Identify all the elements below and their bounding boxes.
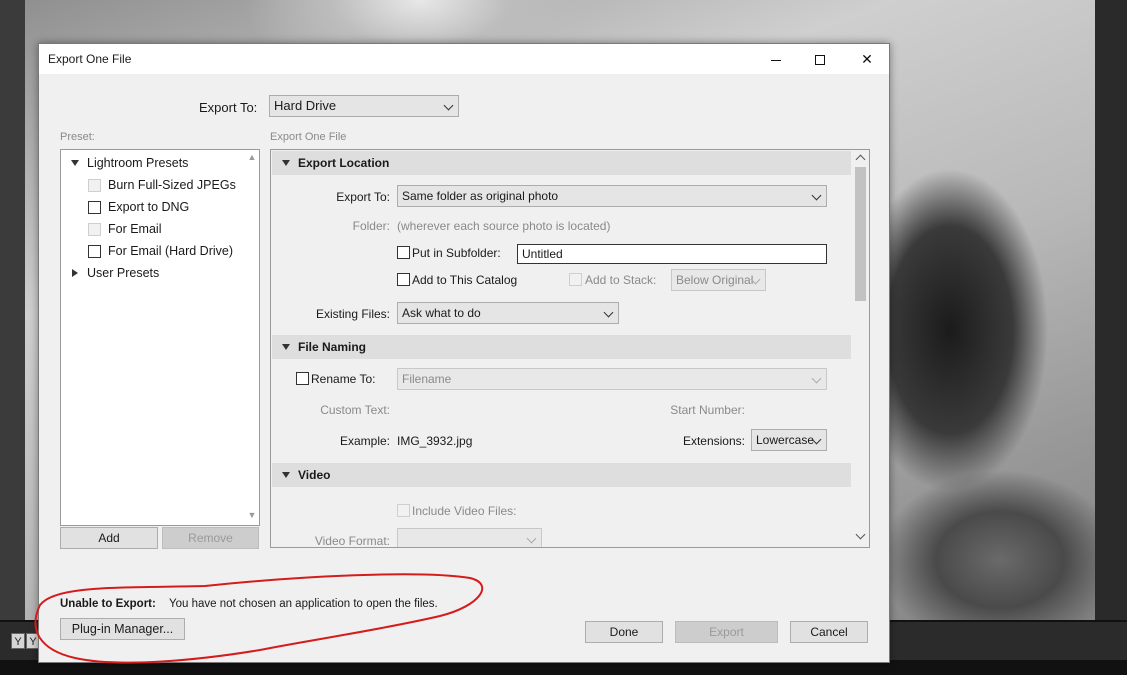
rename-template-dropdown: Filename xyxy=(397,368,827,390)
preset-item-label: Export to DNG xyxy=(108,200,190,214)
title-bar: Export One File ✕ xyxy=(39,44,889,74)
video-format-label: Video Format: xyxy=(314,534,390,548)
error-label: Unable to Export: xyxy=(60,598,156,610)
example-value: IMG_3932.jpg xyxy=(397,434,473,448)
section-title: Video xyxy=(298,468,331,482)
export-to-dropdown[interactable]: Hard Drive xyxy=(269,95,459,117)
export-to-value: Hard Drive xyxy=(274,98,337,113)
add-stack-checkbox xyxy=(569,273,582,286)
export-to-label: Export To: xyxy=(199,100,258,115)
done-button[interactable]: Done xyxy=(585,621,663,643)
location-export-to-dropdown[interactable]: Same folder as original photo xyxy=(397,185,827,207)
expand-down-icon[interactable] xyxy=(71,160,79,166)
scroll-down-icon[interactable]: ▼ xyxy=(247,510,257,520)
extensions-dropdown[interactable]: Lowercase xyxy=(751,429,827,451)
scrollbar-thumb[interactable] xyxy=(855,167,866,301)
settings-scrollbar[interactable] xyxy=(852,150,869,547)
section-title: File Naming xyxy=(298,340,367,354)
existing-files-value: Ask what to do xyxy=(402,306,481,320)
close-button[interactable]: ✕ xyxy=(844,44,890,74)
add-preset-button[interactable]: Add xyxy=(60,527,158,549)
collapse-icon[interactable] xyxy=(282,472,290,478)
background-right-edge xyxy=(1095,0,1127,620)
scroll-up-icon[interactable]: ▲ xyxy=(247,152,257,162)
extensions-label: Extensions: xyxy=(682,434,745,448)
error-message: You have not chosen an application to op… xyxy=(169,598,438,610)
subfolder-label: Put in Subfolder: xyxy=(412,246,501,260)
chevron-down-icon xyxy=(811,373,822,384)
window-title: Export One File xyxy=(48,52,132,66)
minimize-button[interactable] xyxy=(753,44,799,74)
include-video-label: Include Video Files: xyxy=(412,504,517,518)
rename-template-value: Filename xyxy=(402,372,452,386)
existing-files-label: Existing Files: xyxy=(315,307,390,321)
rename-checkbox[interactable] xyxy=(296,372,309,385)
rename-label: Rename To: xyxy=(311,372,376,386)
section-video[interactable]: Video xyxy=(272,463,851,487)
include-video-checkbox xyxy=(397,504,410,517)
chevron-down-icon xyxy=(526,533,537,544)
export-dialog: Export One File ✕ Export To: Hard Drive … xyxy=(38,43,890,663)
preset-item-label: For Email (Hard Drive) xyxy=(108,244,234,258)
section-export-location[interactable]: Export Location xyxy=(272,151,851,175)
scroll-up-icon[interactable] xyxy=(855,154,866,165)
cancel-button[interactable]: Cancel xyxy=(790,621,868,643)
tree-folder-label: Lightroom Presets xyxy=(87,156,189,170)
extensions-value: Lowercase xyxy=(756,433,815,447)
settings-panel-label: Export One File xyxy=(270,131,347,143)
add-catalog-label: Add to This Catalog xyxy=(412,273,518,287)
video-format-dropdown xyxy=(397,528,542,547)
subfolder-checkbox[interactable] xyxy=(397,246,410,259)
background-left-strip xyxy=(0,0,25,620)
close-icon: ✕ xyxy=(861,51,873,67)
chevron-down-icon xyxy=(603,307,614,318)
location-export-to-value: Same folder as original photo xyxy=(402,189,559,203)
add-stack-label: Add to Stack: xyxy=(585,273,657,287)
remove-preset-button[interactable]: Remove xyxy=(162,527,259,549)
custom-text-label: Custom Text: xyxy=(320,403,390,417)
maximize-icon xyxy=(815,55,825,66)
minimize-icon xyxy=(771,59,781,61)
preset-checkbox[interactable] xyxy=(88,201,101,214)
folder-value: (wherever each source photo is located) xyxy=(397,219,611,233)
stack-position-dropdown: Below Original xyxy=(671,269,766,291)
add-catalog-checkbox[interactable] xyxy=(397,273,410,286)
preset-checkbox xyxy=(88,179,101,192)
expand-right-icon[interactable] xyxy=(72,269,78,277)
export-button[interactable]: Export xyxy=(675,621,778,643)
location-export-to-label: Export To: xyxy=(336,190,390,204)
preset-label: Preset: xyxy=(60,131,95,143)
start-number-label: Start Number: xyxy=(670,403,745,417)
filmstrip-toggle-button[interactable]: Y xyxy=(11,633,25,649)
preset-item-label: For Email xyxy=(108,222,162,236)
collapse-icon[interactable] xyxy=(282,344,290,350)
preset-item-label: Burn Full-Sized JPEGs xyxy=(108,178,236,192)
preset-checkbox[interactable] xyxy=(88,245,101,258)
stack-position-value: Below Original xyxy=(676,273,754,287)
maximize-button[interactable] xyxy=(797,44,843,74)
scroll-down-icon[interactable] xyxy=(855,529,866,540)
tree-folder-label: User Presets xyxy=(87,266,160,280)
section-title: Export Location xyxy=(298,156,390,170)
chevron-down-icon xyxy=(811,190,822,201)
existing-files-dropdown[interactable]: Ask what to do xyxy=(397,302,619,324)
folder-label: Folder: xyxy=(352,219,390,233)
chevron-down-icon xyxy=(443,100,454,111)
section-file-naming[interactable]: File Naming xyxy=(272,335,851,359)
example-label: Example: xyxy=(339,434,390,448)
plugin-manager-button[interactable]: Plug-in Manager... xyxy=(60,618,185,640)
subfolder-input[interactable]: Untitled xyxy=(517,244,827,264)
settings-panel: Export Location Export To: Same folder a… xyxy=(270,149,870,548)
preset-checkbox xyxy=(88,223,101,236)
preset-list[interactable]: Lightroom Presets Burn Full-Sized JPEGs … xyxy=(60,149,260,526)
collapse-icon[interactable] xyxy=(282,160,290,166)
